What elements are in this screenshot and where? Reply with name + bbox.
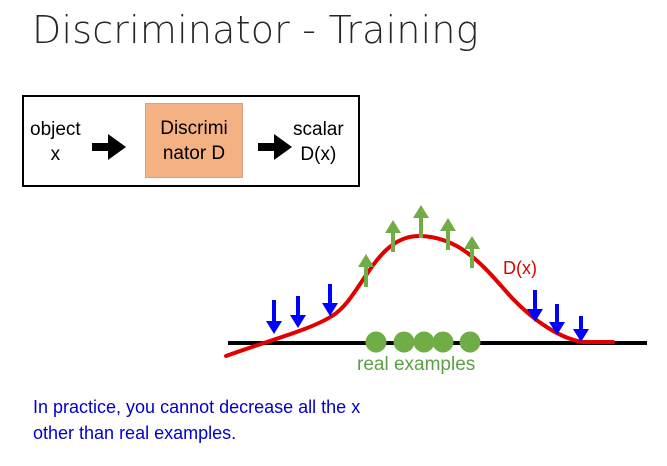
real-examples-label: real examples [357, 354, 476, 375]
input-arrow-icon [92, 134, 126, 160]
caption-line1: In practice, you cannot decrease all the… [33, 397, 361, 417]
curve-label: D(x) [503, 258, 537, 278]
real-examples [365, 331, 481, 353]
down-arrow-icon [290, 296, 306, 328]
real-example-point [459, 331, 481, 353]
caption: In practice, you cannot decrease all the… [33, 394, 360, 446]
up-arrow-icon [413, 205, 429, 238]
down-arrow-icon [527, 290, 543, 322]
real-example-point [413, 331, 435, 353]
up-arrows [358, 205, 480, 287]
real-example-point [432, 331, 454, 353]
real-example-point [365, 331, 387, 353]
output-arrow-icon [258, 134, 292, 160]
real-example-point [393, 331, 415, 353]
caption-line2: other than real examples. [33, 423, 237, 443]
down-arrow-icon [266, 300, 282, 334]
down-arrow-icon [573, 316, 589, 342]
